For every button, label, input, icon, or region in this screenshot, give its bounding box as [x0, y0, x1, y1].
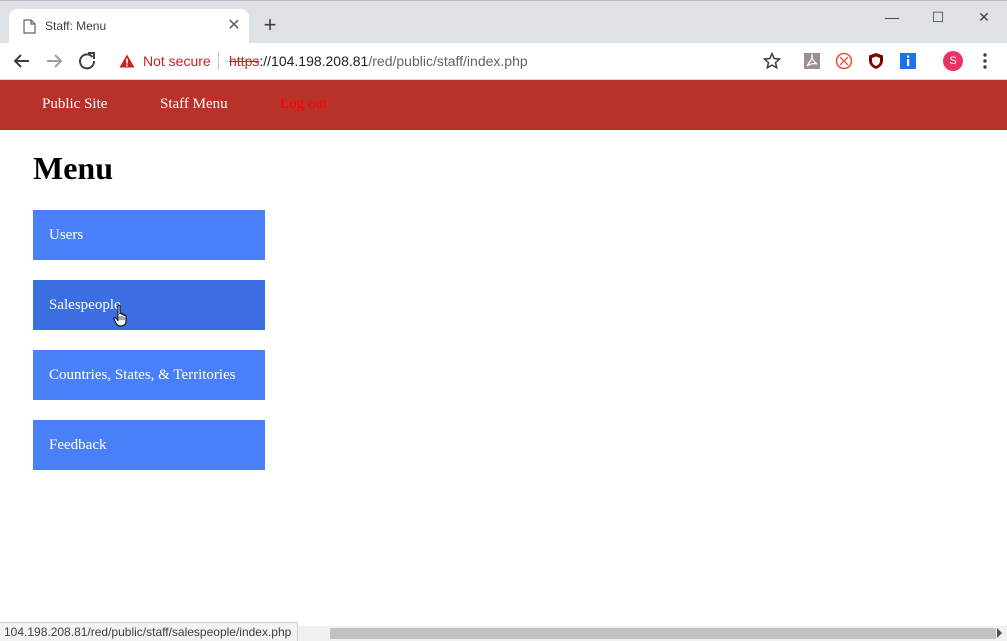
window-close-icon[interactable]: ✕ [961, 5, 1007, 29]
more-menu-icon[interactable] [978, 51, 992, 71]
page-title: Menu [33, 150, 113, 186]
url-field[interactable]: https://104.198.208.81/red/public/staff/… [229, 53, 528, 69]
hand-cursor-icon [113, 304, 127, 327]
new-tab-icon[interactable]: + [259, 14, 281, 36]
scroll-right-arrow-icon[interactable] [997, 628, 1002, 638]
profile-avatar[interactable]: S [943, 51, 963, 71]
salespeople-menu-button[interactable]: Salespeople [33, 280, 265, 330]
public-site-link[interactable]: Public Site [42, 96, 107, 113]
omnibox-divider [218, 52, 219, 70]
close-tab-icon[interactable]: ✕ [225, 17, 243, 35]
url-path: /red/public/staff/index.php [368, 53, 528, 69]
countries-menu-button[interactable]: Countries, States, & Territories [33, 350, 265, 400]
status-url-bubble: 104.198.208.81/red/public/staff/salespeo… [0, 622, 299, 641]
info-extension-icon[interactable] [899, 52, 917, 70]
pdf-extension-icon[interactable] [803, 52, 821, 70]
minimize-icon[interactable]: — [869, 5, 915, 29]
browser-toolbar: Not secure https://104.198.208.81/red/pu… [0, 43, 1007, 80]
site-nav-bar: Public Site Staff Menu Log out [0, 80, 1007, 130]
logout-link[interactable]: Log out [280, 96, 327, 113]
users-menu-button[interactable]: Users [33, 210, 265, 260]
not-secure-label[interactable]: Not secure [143, 53, 211, 69]
browser-tab[interactable]: Staff: Menu ✕ [9, 9, 249, 44]
tab-title: Staff: Menu [45, 19, 107, 33]
url-host: ://104.198.208.81 [259, 53, 369, 69]
tab-strip: Staff: Menu ✕ + — ☐ ✕ [0, 0, 1007, 44]
maximize-icon[interactable]: ☐ [915, 5, 961, 29]
reload-icon[interactable] [74, 48, 100, 74]
url-scheme: https [229, 53, 260, 69]
forward-arrow-icon[interactable] [41, 48, 67, 74]
star-icon[interactable] [763, 52, 781, 70]
warning-icon[interactable] [119, 54, 135, 68]
shield-icon[interactable] [867, 52, 885, 70]
back-arrow-icon[interactable] [9, 48, 35, 74]
staff-menu-link[interactable]: Staff Menu [160, 96, 228, 113]
extension-circle-icon[interactable] [835, 52, 853, 70]
scrollbar-thumb[interactable] [330, 628, 996, 639]
page-icon [23, 19, 36, 34]
feedback-menu-button[interactable]: Feedback [33, 420, 265, 470]
